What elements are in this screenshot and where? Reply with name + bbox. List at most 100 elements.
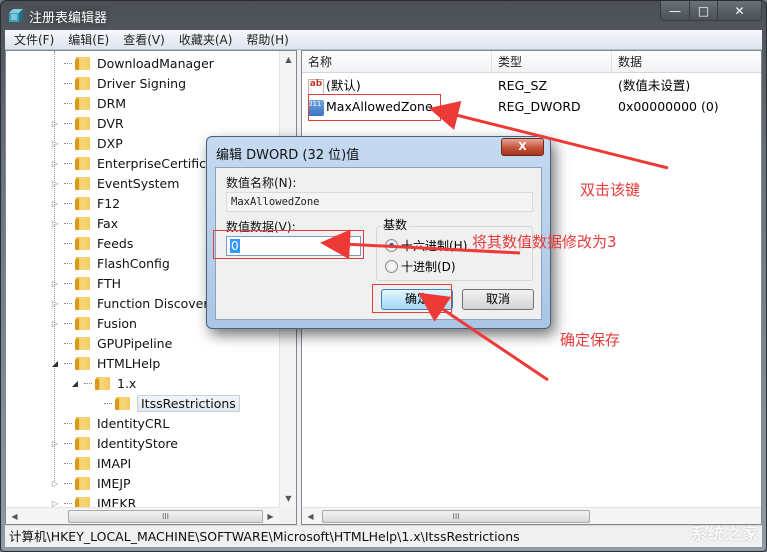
tree-item[interactable]: ◢ 1.x bbox=[70, 373, 136, 393]
menu-view[interactable]: 查看(V) bbox=[118, 31, 170, 48]
dialog-close-button[interactable]: X bbox=[501, 138, 544, 156]
column-header-type[interactable]: 类型 bbox=[492, 51, 612, 73]
folder-icon bbox=[75, 475, 92, 491]
tree-item[interactable]: GPUPipeline bbox=[50, 333, 172, 353]
list-row-default[interactable]: ab (默认) REG_SZ (数值未设置) bbox=[302, 76, 761, 96]
tree-connector bbox=[64, 322, 72, 324]
tree-item[interactable]: Feeds bbox=[50, 233, 133, 253]
folder-icon bbox=[95, 375, 112, 391]
radio-checked-icon[interactable] bbox=[385, 239, 398, 252]
status-bar-path: 计算机\HKEY_LOCAL_MACHINE\SOFTWARE\Microsof… bbox=[5, 525, 762, 547]
menu-help[interactable]: 帮助(H) bbox=[241, 31, 293, 48]
regedit-app-icon bbox=[9, 9, 23, 22]
tree-item[interactable]: ◢ HTMLHelp bbox=[50, 353, 160, 373]
expand-arrow-icon[interactable]: ▷ bbox=[50, 279, 60, 288]
radio-unchecked-icon[interactable] bbox=[385, 260, 398, 273]
annotation-confirm-save: 确定保存 bbox=[560, 331, 621, 349]
scroll-right-arrow-icon[interactable]: ▶ bbox=[262, 508, 279, 524]
tree-item[interactable]: ▷ IMEKR bbox=[50, 493, 136, 507]
expand-arrow-icon[interactable]: ▷ bbox=[50, 159, 60, 168]
tree-item[interactable]: ▷ FTH bbox=[50, 273, 121, 293]
tree-item[interactable]: ▷ Fusion bbox=[50, 313, 137, 333]
window-title: 注册表编辑器 bbox=[29, 11, 108, 26]
tree-item-label: IMEJP bbox=[97, 475, 131, 491]
expand-arrow-icon[interactable]: ▷ bbox=[50, 219, 60, 228]
radio-dec-label: 十进制(D) bbox=[401, 260, 456, 274]
value-data: 0x00000000 (0) bbox=[618, 99, 719, 114]
tree-item-label: IMAPI bbox=[97, 455, 132, 471]
minimize-button[interactable]: — bbox=[661, 1, 689, 20]
folder-icon bbox=[75, 495, 92, 507]
expand-arrow-icon[interactable]: ▷ bbox=[50, 499, 60, 508]
folder-icon bbox=[75, 155, 92, 171]
title-bar[interactable]: 注册表编辑器 — □ ✕ bbox=[1, 1, 766, 29]
list-scroll-left-arrow-icon[interactable]: ◀ bbox=[302, 508, 319, 524]
base-label: 基数 bbox=[381, 216, 410, 233]
tree-connector bbox=[64, 282, 72, 284]
caption-buttons: — □ ✕ bbox=[660, 1, 762, 21]
tree-connector bbox=[64, 142, 72, 144]
expand-arrow-icon[interactable]: ▷ bbox=[50, 119, 60, 128]
tree-item[interactable]: ItssRestrictions bbox=[90, 393, 240, 413]
menu-edit[interactable]: 编辑(E) bbox=[63, 31, 114, 48]
expand-arrow-icon[interactable]: ▷ bbox=[50, 139, 60, 148]
folder-icon bbox=[75, 335, 92, 351]
tree-hscroll-thumb[interactable]: III bbox=[68, 510, 263, 523]
tree-item-label: F12 bbox=[97, 195, 121, 211]
folder-icon bbox=[75, 295, 92, 311]
maximize-button[interactable]: □ bbox=[689, 1, 717, 20]
tree-connector bbox=[64, 182, 72, 184]
tree-horizontal-scrollbar[interactable]: ◀ III ▶ bbox=[6, 507, 279, 524]
tree-item-label: DRM bbox=[97, 95, 127, 111]
tree-connector bbox=[84, 382, 92, 384]
tree-item-label: Driver Signing bbox=[97, 75, 187, 91]
column-header-name[interactable]: 名称 bbox=[302, 51, 492, 73]
expand-arrow-icon[interactable]: ▷ bbox=[50, 439, 60, 448]
watermark-logo: 系统之家 bbox=[690, 524, 759, 543]
close-button[interactable]: ✕ bbox=[717, 1, 761, 20]
list-hscroll-thumb[interactable]: III bbox=[322, 510, 590, 523]
tree-item[interactable]: ▷ DXP bbox=[50, 133, 123, 153]
tree-item[interactable]: ▷ EventSystem bbox=[50, 173, 180, 193]
tree-item[interactable]: FlashConfig bbox=[50, 253, 170, 273]
scroll-down-arrow-icon[interactable]: ▼ bbox=[280, 490, 296, 507]
menu-favorites[interactable]: 收藏夹(A) bbox=[174, 31, 238, 48]
tree-connector bbox=[64, 102, 72, 104]
tree-item[interactable]: IMAPI bbox=[50, 453, 131, 473]
collapse-arrow-icon[interactable]: ◢ bbox=[50, 359, 60, 368]
column-header-data[interactable]: 数据 bbox=[612, 51, 732, 73]
tree-item[interactable]: ▷ DVR bbox=[50, 113, 124, 133]
tree-item[interactable]: ▷ F12 bbox=[50, 193, 120, 213]
expand-arrow-icon[interactable]: ▷ bbox=[50, 299, 60, 308]
menu-bar: 文件(F) 编辑(E) 查看(V) 收藏夹(A) 帮助(H) bbox=[5, 30, 762, 50]
tree-item-label: Feeds bbox=[97, 235, 134, 251]
annotation-modify-value: 将其数值数据修改为3 bbox=[472, 233, 617, 251]
tree-connector bbox=[64, 242, 72, 244]
expand-arrow-icon[interactable]: ▷ bbox=[50, 179, 60, 188]
radio-decimal[interactable]: 十进制(D) bbox=[385, 258, 456, 275]
scroll-left-arrow-icon[interactable]: ◀ bbox=[6, 508, 23, 524]
folder-icon bbox=[75, 215, 92, 231]
tree-item[interactable]: IdentityCRL bbox=[50, 413, 169, 433]
tree-item[interactable]: ▷ Function Discovery bbox=[50, 293, 216, 313]
scrollbar-corner bbox=[279, 507, 296, 524]
menu-file[interactable]: 文件(F) bbox=[9, 31, 59, 48]
scroll-up-arrow-icon[interactable]: ▲ bbox=[280, 51, 296, 68]
tree-item[interactable]: ▷ Fax bbox=[50, 213, 118, 233]
tree-item[interactable]: DRM bbox=[50, 93, 126, 113]
expand-arrow-icon[interactable]: ▷ bbox=[50, 319, 60, 328]
tree-item[interactable]: DownloadManager bbox=[50, 53, 214, 73]
collapse-arrow-icon[interactable]: ◢ bbox=[70, 379, 80, 388]
expand-arrow-icon[interactable]: ▷ bbox=[50, 199, 60, 208]
value-type: REG_DWORD bbox=[498, 99, 581, 114]
tree-item[interactable]: ▷ IMEJP bbox=[50, 473, 131, 493]
tree-item[interactable]: ▷ IdentityStore bbox=[50, 433, 178, 453]
folder-icon bbox=[75, 315, 92, 331]
tree-item-label: Function Discovery bbox=[97, 295, 216, 311]
tree-item[interactable]: Driver Signing bbox=[50, 73, 186, 93]
folder-icon bbox=[75, 195, 92, 211]
expand-arrow-icon[interactable]: ▷ bbox=[50, 479, 60, 488]
cancel-button[interactable]: 取消 bbox=[462, 289, 534, 310]
value-type: REG_SZ bbox=[498, 78, 548, 93]
radio-hexadecimal[interactable]: 十六进制(H) bbox=[385, 237, 467, 254]
